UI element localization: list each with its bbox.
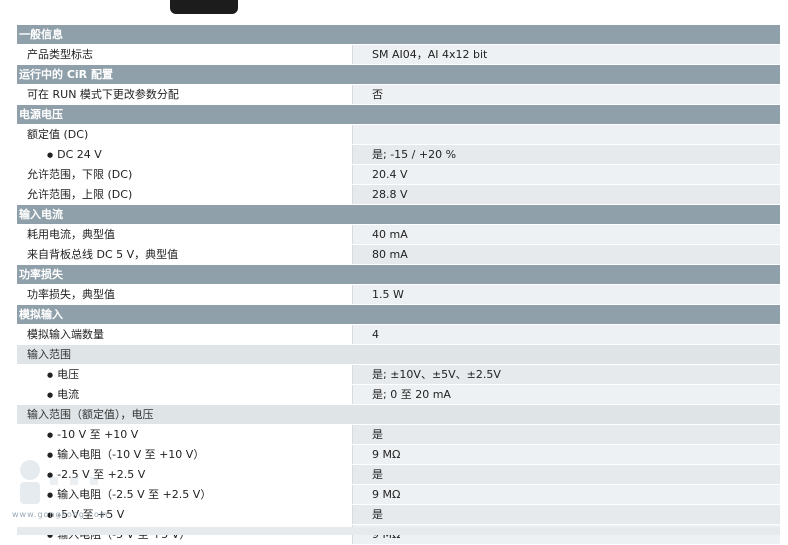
row-value: 4 <box>352 325 780 344</box>
section-header: 模拟输入 <box>17 305 780 325</box>
sub-heading-title: 输入范围（额定值），电压 <box>27 408 154 421</box>
row-label: DC 24 V <box>17 145 352 164</box>
row-value: 1.5 W <box>352 285 780 304</box>
watermark-text: www.gongkong.com <box>12 510 109 519</box>
product-image-edge <box>170 0 238 14</box>
row-value: 否 <box>352 85 780 104</box>
table-row: -5 V 至 +5 V是 <box>17 505 780 525</box>
row-label: 电流 <box>17 385 352 404</box>
row-value: 是; 0 至 20 mA <box>352 385 780 404</box>
section-title: 一般信息 <box>19 28 63 41</box>
section-title: 模拟输入 <box>19 308 63 321</box>
table-row: 电压是; ±10V、±5V、±2.5V <box>17 365 780 385</box>
section-title: 功率损失 <box>19 268 63 281</box>
row-value: 40 mA <box>352 225 780 244</box>
row-value: 20.4 V <box>352 165 780 184</box>
sub-heading-title: 输入范围 <box>27 348 71 361</box>
table-row: -2.5 V 至 +2.5 V是 <box>17 465 780 485</box>
row-value: 是 <box>352 425 780 444</box>
section-header: 运行中的 CiR 配置 <box>17 65 780 85</box>
row-label: 模拟输入端数量 <box>17 325 352 344</box>
table-row: 输入电阻（-2.5 V 至 +2.5 V）9 MΩ <box>17 485 780 505</box>
table-row: 产品类型标志 SM AI04，AI 4x12 bit <box>17 45 780 65</box>
row-label: 允许范围，下限 (DC) <box>17 165 352 184</box>
section-header: 输入电流 <box>17 205 780 225</box>
row-value: 是; -15 / +20 % <box>352 145 780 164</box>
row-value <box>352 125 780 144</box>
row-label: 功率损失，典型值 <box>17 285 352 304</box>
section-title: 输入电流 <box>19 208 63 221</box>
section-header: 功率损失 <box>17 265 780 285</box>
row-label: 产品类型标志 <box>17 45 352 64</box>
row-value: 9 MΩ <box>352 485 780 504</box>
row-label: 电压 <box>17 365 352 384</box>
sub-heading: 输入范围（额定值），电压 <box>17 405 780 425</box>
row-label: 额定值 (DC) <box>17 125 352 144</box>
row-value: 9 MΩ <box>352 445 780 464</box>
table-row: 额定值 (DC) <box>17 125 780 145</box>
spec-table: 一般信息产品类型标志 SM AI04，AI 4x12 bit 运行中的 CiR 配置… <box>17 25 780 545</box>
table-continuation <box>17 527 780 535</box>
table-row: 允许范围，下限 (DC) 20.4 V <box>17 165 780 185</box>
row-label: 来自背板总线 DC 5 V，典型值 <box>17 245 352 264</box>
row-value: 是 <box>352 465 780 484</box>
row-label: 可在 RUN 模式下更改参数分配 <box>17 85 352 104</box>
table-row: 来自背板总线 DC 5 V，典型值 80 mA <box>17 245 780 265</box>
table-row: 功率损失，典型值 1.5 W <box>17 285 780 305</box>
row-label: 允许范围，上限 (DC) <box>17 185 352 204</box>
table-row: 电流是; 0 至 20 mA <box>17 385 780 405</box>
section-title: 电源电压 <box>19 108 63 121</box>
row-value: SM AI04，AI 4x12 bit <box>352 45 780 64</box>
table-row: 耗用电流，典型值 40 mA <box>17 225 780 245</box>
row-value: 28.8 V <box>352 185 780 204</box>
section-header: 电源电压 <box>17 105 780 125</box>
table-row: 模拟输入端数量 4 <box>17 325 780 345</box>
sub-heading: 输入范围 <box>17 345 780 365</box>
table-row: 允许范围，上限 (DC) 28.8 V <box>17 185 780 205</box>
row-value: 80 mA <box>352 245 780 264</box>
row-value: 是; ±10V、±5V、±2.5V <box>352 365 780 384</box>
table-row: DC 24 V是; -15 / +20 % <box>17 145 780 165</box>
table-row: 可在 RUN 模式下更改参数分配否 <box>17 85 780 105</box>
row-label: -10 V 至 +10 V <box>17 425 352 444</box>
row-value: 是 <box>352 505 780 524</box>
table-row: 输入电阻（-10 V 至 +10 V）9 MΩ <box>17 445 780 465</box>
row-label: 耗用电流，典型值 <box>17 225 352 244</box>
section-title: 运行中的 CiR 配置 <box>19 68 113 81</box>
section-header: 一般信息 <box>17 25 780 45</box>
table-row: -10 V 至 +10 V是 <box>17 425 780 445</box>
